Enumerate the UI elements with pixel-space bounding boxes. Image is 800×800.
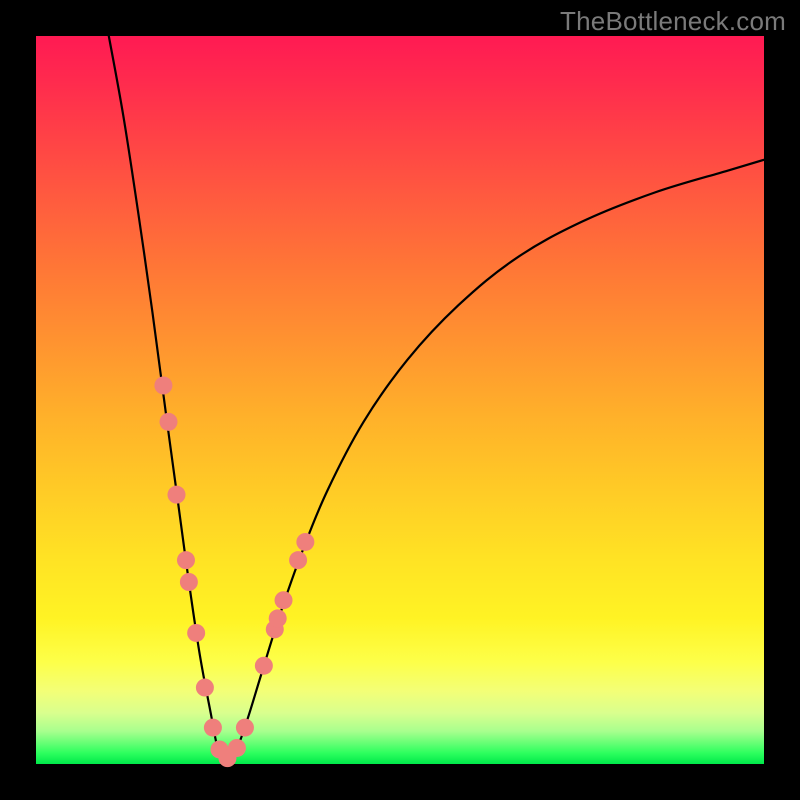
data-marker [236,719,254,737]
curve-right-branch [225,160,764,761]
plot-area [36,36,764,764]
data-marker [180,573,198,591]
data-marker [159,413,177,431]
data-marker [228,739,246,757]
watermark-text: TheBottleneck.com [560,6,786,37]
data-marker [275,591,293,609]
data-marker [154,376,172,394]
data-marker [204,719,222,737]
data-marker [289,551,307,569]
chart-frame: TheBottleneck.com [0,0,800,800]
data-marker [269,609,287,627]
data-marker [168,486,186,504]
curve-left-branch [109,36,225,760]
marker-group [154,376,314,767]
curve-group [109,36,764,760]
chart-svg [36,36,764,764]
data-marker [187,624,205,642]
data-marker [296,533,314,551]
data-marker [255,657,273,675]
data-marker [177,551,195,569]
data-marker [196,679,214,697]
